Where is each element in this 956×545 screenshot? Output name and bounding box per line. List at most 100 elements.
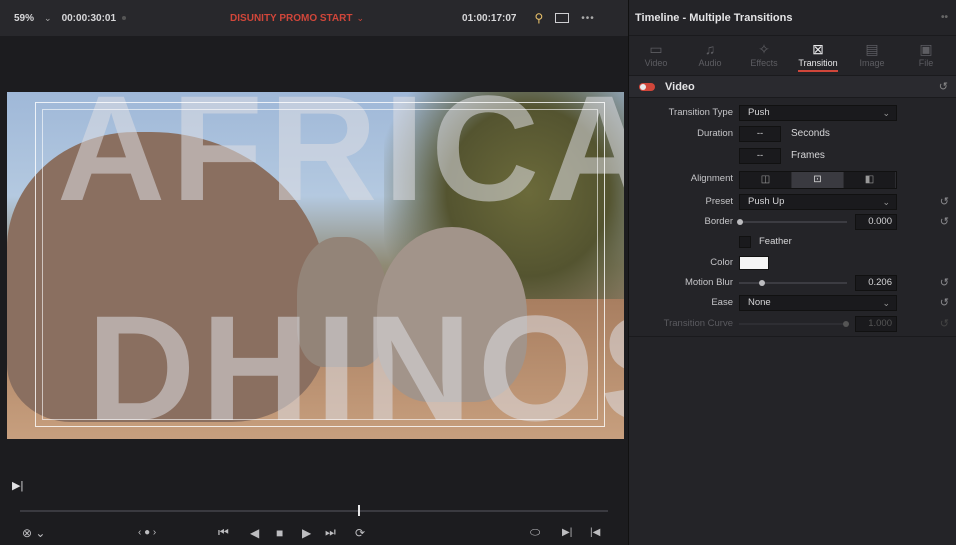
record-timecode: 01:00:17:07 xyxy=(462,12,517,24)
tab-effects[interactable]: ✧ Effects xyxy=(737,36,791,75)
align-end-on-edit-icon[interactable]: ◫ xyxy=(740,172,792,188)
motion-blur-label: Motion Blur xyxy=(684,277,733,288)
row-preset: Preset Push Up ⌄ ↺ xyxy=(629,192,956,212)
inspector-header: Timeline - Multiple Transitions •• xyxy=(629,0,956,36)
zoom-chevron-icon[interactable]: ⌄ xyxy=(44,13,52,24)
inspector-title: Timeline - Multiple Transitions xyxy=(635,11,793,24)
row-duration-seconds: Duration -- Seconds xyxy=(629,124,956,144)
source-timecode: 00:00:30:01 xyxy=(61,12,117,24)
row-duration-frames: -- Frames xyxy=(629,146,956,166)
viewer-options-icon[interactable]: ⊗ ⌄ xyxy=(22,526,45,540)
tab-image[interactable]: ▤ Image xyxy=(845,36,899,75)
video-frame[interactable]: AFRICA'S DHINOS xyxy=(7,92,624,439)
section-reset-icon[interactable]: ↺ xyxy=(939,80,948,93)
tab-audio[interactable]: ♫ Audio xyxy=(683,36,737,75)
last-frame-icon[interactable]: ⏭ xyxy=(325,525,336,540)
row-alignment: Alignment ◫ ⊡ ◧ xyxy=(629,169,956,189)
transition-icon: ⊠ xyxy=(812,41,824,57)
transport-bar: ⊗ ⌄ ‹ ● › ⏮ ◀ ■ ▶ ⏭ ⟳ ⬭ ▶| |◀ xyxy=(0,520,628,545)
color-label: Color xyxy=(710,257,733,268)
duration-seconds-field[interactable]: -- xyxy=(739,126,781,142)
match-frame-icon[interactable]: ⬭ xyxy=(530,525,540,540)
divider-dot xyxy=(122,16,127,20)
duration-frames-field[interactable]: -- xyxy=(739,148,781,164)
row-ease: Ease None ⌄ ↺ xyxy=(629,293,956,313)
tab-file[interactable]: ▣ File xyxy=(899,36,953,75)
viewer-panel: 59% ⌄ 00:00:30:01 DISUNITY PROMO START ⌄… xyxy=(0,0,628,545)
alignment-label: Alignment xyxy=(690,173,733,184)
viewer-mode-icon[interactable] xyxy=(555,13,570,23)
mark-out-icon[interactable]: |◀ xyxy=(590,527,600,538)
border-reset-icon[interactable]: ↺ xyxy=(940,215,949,228)
feather-label: Feather xyxy=(759,236,792,247)
color-swatch[interactable] xyxy=(739,256,769,270)
preset-label: Preset xyxy=(705,196,733,207)
transition-type-label: Transition Type xyxy=(668,107,733,118)
motion-blur-slider-knob[interactable] xyxy=(759,280,765,286)
effects-icon: ✧ xyxy=(758,41,770,57)
transition-curve-slider-knob xyxy=(843,321,849,327)
chevron-down-icon: ⌄ xyxy=(882,197,890,207)
preset-dropdown[interactable]: Push Up ⌄ xyxy=(739,194,897,210)
duration-label: Duration xyxy=(697,128,733,139)
tab-video[interactable]: ▭ Video xyxy=(629,36,683,75)
border-value-field[interactable]: 0.000 xyxy=(855,214,897,230)
seconds-unit: Seconds xyxy=(791,128,830,139)
transition-type-dropdown[interactable]: Push ⌄ xyxy=(739,105,897,121)
frames-unit: Frames xyxy=(791,150,825,161)
mark-in-icon[interactable]: ▶| xyxy=(562,527,572,538)
border-slider[interactable] xyxy=(737,219,847,225)
chevron-down-icon: ⌄ xyxy=(882,108,890,118)
image-icon: ▤ xyxy=(865,41,879,57)
mark-icon[interactable]: ▶| xyxy=(12,479,23,492)
video-section-label: Video xyxy=(665,80,695,93)
clip-name-dropdown[interactable]: DISUNITY PROMO START xyxy=(230,13,352,24)
feather-checkbox[interactable] xyxy=(739,236,751,248)
scrub-bar[interactable] xyxy=(20,505,608,516)
row-transition-curve: Transition Curve 1.000 ↺ xyxy=(629,314,956,334)
align-start-on-edit-icon[interactable]: ◧ xyxy=(844,172,896,188)
border-label: Border xyxy=(704,216,733,227)
viewer-more-button[interactable]: ••• xyxy=(581,13,595,24)
reverse-icon[interactable]: ◀ xyxy=(250,526,259,540)
inspector-more-button[interactable]: •• xyxy=(941,12,948,23)
app-root: 59% ⌄ 00:00:30:01 DISUNITY PROMO START ⌄… xyxy=(0,0,956,545)
row-transition-type: Transition Type Push ⌄ xyxy=(629,103,956,123)
file-icon: ▣ xyxy=(919,41,933,57)
first-frame-icon[interactable]: ⏮ xyxy=(218,525,229,540)
align-center-on-edit-icon[interactable]: ⊡ xyxy=(792,172,844,188)
row-motion-blur: Motion Blur 0.206 ↺ xyxy=(629,273,956,293)
ease-dropdown[interactable]: None ⌄ xyxy=(739,295,897,311)
audio-icon: ♫ xyxy=(704,41,716,57)
zoom-level[interactable]: 59% xyxy=(14,13,34,24)
title-safe-inner xyxy=(42,109,598,420)
border-slider-knob[interactable] xyxy=(737,219,743,225)
inspector-panel: Timeline - Multiple Transitions •• ▭ Vide… xyxy=(628,0,956,545)
preset-reset-icon[interactable]: ↺ xyxy=(940,195,949,208)
transition-curve-slider xyxy=(739,321,849,327)
row-feather: Feather xyxy=(629,232,956,252)
chevron-down-icon: ⌄ xyxy=(882,298,890,308)
motion-blur-slider[interactable] xyxy=(739,280,847,286)
video-section-toggle[interactable] xyxy=(639,82,655,91)
stop-icon[interactable]: ■ xyxy=(276,526,283,540)
scope-icon[interactable]: ⚲ xyxy=(535,11,544,25)
video-section-header[interactable]: Video ↺ xyxy=(629,76,956,98)
clip-chevron-icon[interactable]: ⌄ xyxy=(356,13,364,24)
jog-control[interactable]: ‹ ● › xyxy=(138,527,156,538)
row-border: Border 0.000 ↺ xyxy=(629,212,956,232)
tab-transition[interactable]: ⊠ Transition xyxy=(791,36,845,75)
row-color: Color xyxy=(629,253,956,273)
transition-curve-reset-icon: ↺ xyxy=(939,318,949,330)
motion-blur-value-field[interactable]: 0.206 xyxy=(855,275,897,291)
transition-curve-label: Transition Curve xyxy=(663,318,733,329)
motion-blur-reset-icon[interactable]: ↺ xyxy=(940,276,949,289)
loop-icon[interactable]: ⟳ xyxy=(355,526,365,540)
viewer-toolbar: 59% ⌄ 00:00:30:01 DISUNITY PROMO START ⌄… xyxy=(0,0,628,36)
playhead[interactable] xyxy=(358,505,360,516)
ease-reset-icon[interactable]: ↺ xyxy=(940,296,949,309)
video-icon: ▭ xyxy=(649,41,663,57)
play-icon[interactable]: ▶ xyxy=(302,526,311,540)
section-divider xyxy=(629,336,956,337)
inspector-tabs: ▭ Video ♫ Audio ✧ Effects ⊠ Transition ▤ Imag… xyxy=(629,36,956,76)
